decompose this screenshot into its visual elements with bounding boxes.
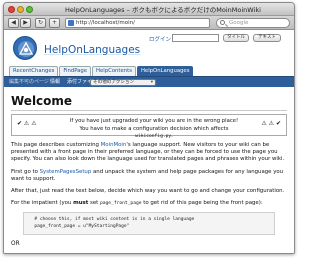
search-placeholder: Google bbox=[229, 20, 249, 26]
tab-recentchanges[interactable]: RecentChanges bbox=[9, 66, 59, 76]
immutable-page-label: 編集不可のページ bbox=[9, 79, 49, 85]
text-search-button[interactable]: テキスト bbox=[253, 34, 281, 42]
notice-line-2: You have to make a configuration decisio… bbox=[62, 126, 246, 141]
article-body: Welcome ✔ ⚠ ⚠ If you have just upgraded … bbox=[4, 87, 294, 247]
wiki-header: ログイン タイトル テキスト HelpOnLanguages RecentCha… bbox=[4, 30, 294, 76]
notice-icons-left: ✔ ⚠ ⚠ bbox=[17, 120, 37, 127]
browser-toolbar: ◀ ▶ ↻ + http://localhost/moin/ Google bbox=[4, 16, 294, 30]
upgrade-notice: ✔ ⚠ ⚠ If you have just upgraded your wik… bbox=[11, 114, 287, 139]
back-button[interactable]: ◀ bbox=[8, 18, 19, 28]
info-link[interactable]: 情報 bbox=[50, 77, 60, 87]
page-title-link[interactable]: HelpOnLanguages bbox=[44, 44, 140, 56]
page-heading: Welcome bbox=[11, 94, 287, 111]
minimize-window-button[interactable] bbox=[17, 6, 24, 13]
p2-text-a: First go to bbox=[11, 168, 40, 175]
p4-text-b: set bbox=[88, 200, 100, 207]
notice-line-2-end: . bbox=[171, 133, 173, 139]
nav-tabs: RecentChanges FindPage HelpContents HelpOnL… bbox=[9, 66, 194, 76]
more-actions-select[interactable]: その他のアクション ▾ bbox=[90, 79, 156, 86]
notice-line-2-text: You have to make a configuration decisio… bbox=[79, 125, 229, 132]
tab-findpage[interactable]: FindPage bbox=[59, 66, 92, 76]
browser-search-field[interactable]: Google bbox=[216, 18, 290, 28]
moinmoin-logo-icon[interactable] bbox=[13, 36, 37, 60]
address-url: http://localhost/moin/ bbox=[76, 20, 135, 26]
decision-paragraph: After that, just read the text below, de… bbox=[11, 188, 285, 195]
title-bar: HelpOnLanguages – ボクもボクによるボクだけのMoinMoinW… bbox=[4, 3, 294, 16]
moinmoin-link[interactable]: MoinMoin bbox=[101, 142, 127, 148]
p4-text-c: to get rid of this page being the front … bbox=[141, 200, 263, 207]
tab-helpcontents[interactable]: HelpContents bbox=[92, 66, 136, 76]
add-bookmark-button[interactable]: + bbox=[49, 18, 60, 28]
p4-bold: must bbox=[73, 200, 89, 207]
page-content: ログイン タイトル テキスト HelpOnLanguages RecentCha… bbox=[4, 30, 294, 253]
impatient-paragraph: For the impatient (you must set page_fro… bbox=[11, 200, 287, 207]
wiki-search-input[interactable] bbox=[172, 34, 219, 42]
config-code-block: # choose this, if most wiki content is i… bbox=[23, 212, 275, 235]
window-title: HelpOnLanguages – ボクもボクによるボクだけのMoinMoinW… bbox=[65, 6, 261, 14]
chevron-down-icon: ▾ bbox=[150, 80, 153, 85]
notice-text: If you have just upgraded your wiki you … bbox=[62, 118, 246, 141]
reload-button[interactable]: ↻ bbox=[35, 18, 46, 28]
setup-paragraph: First go to SystemPagesSetup and unpack … bbox=[11, 169, 287, 183]
search-icon bbox=[220, 20, 225, 25]
close-window-button[interactable] bbox=[8, 6, 15, 13]
intro-paragraph: This page describes customizing MoinMoin… bbox=[11, 142, 287, 164]
zoom-window-button[interactable] bbox=[26, 6, 33, 13]
tab-helponlanguages[interactable]: HelpOnLanguages bbox=[136, 66, 194, 76]
or-separator: OR bbox=[11, 240, 20, 247]
notice-code: wikiconfig.py bbox=[135, 134, 172, 139]
forward-button[interactable]: ▶ bbox=[20, 18, 31, 28]
login-link[interactable]: ログイン bbox=[149, 35, 171, 43]
code-line-2: page_front_page = u"MyStartingPage" bbox=[29, 223, 130, 229]
p4-text-a: For the impatient (you bbox=[11, 200, 74, 207]
p4-code: page_front_page bbox=[100, 201, 142, 207]
action-bar: 編集不可のページ 情報 添付ファイル その他のアクション ▾ bbox=[4, 76, 294, 87]
browser-window: HelpOnLanguages – ボクもボクによるボクだけのMoinMoinW… bbox=[3, 2, 295, 254]
notice-icons-right: ⚠ ⚠ ✔ bbox=[261, 120, 281, 127]
notice-line-1: If you have just upgraded your wiki you … bbox=[69, 118, 239, 124]
p1-text-a: This page describes customizing bbox=[11, 142, 101, 148]
title-search-button[interactable]: タイトル bbox=[223, 34, 249, 42]
systempagessetup-link[interactable]: SystemPagesSetup bbox=[40, 169, 92, 175]
more-actions-label: その他のアクション bbox=[93, 80, 135, 85]
address-bar[interactable]: http://localhost/moin/ bbox=[65, 18, 210, 28]
site-favicon-icon bbox=[68, 20, 74, 26]
